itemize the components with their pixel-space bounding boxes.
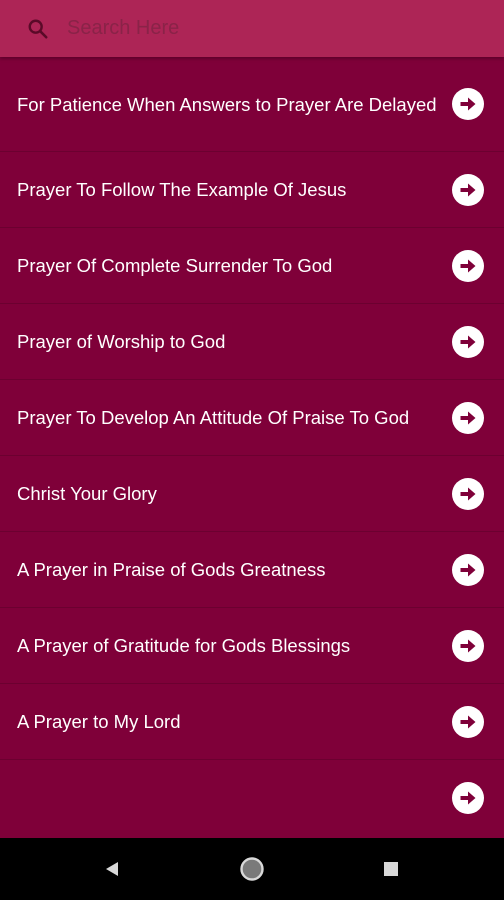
arrow-right-circle-icon[interactable] <box>452 477 484 510</box>
arrow-right-circle-icon[interactable] <box>452 325 484 358</box>
prayer-title: A Prayer in Praise of Gods Greatness <box>17 559 326 580</box>
list-item[interactable]: Christ Your Glory <box>0 456 504 532</box>
prayer-title: Prayer Of Complete Surrender To God <box>17 255 333 276</box>
arrow-right-circle-icon[interactable] <box>452 705 484 738</box>
list-item[interactable] <box>0 760 504 836</box>
list-item[interactable]: Prayer Of Complete Surrender To God <box>0 228 504 304</box>
list-item[interactable]: Prayer To Follow The Example Of Jesus <box>0 152 504 228</box>
nav-back-button[interactable] <box>96 853 128 885</box>
prayer-title: A Prayer of Gratitude for Gods Blessings <box>17 635 351 656</box>
system-navigation-bar <box>0 838 504 900</box>
prayer-title: For Patience When Answers to Prayer Are … <box>17 93 437 115</box>
arrow-right-circle-icon[interactable] <box>452 88 484 120</box>
list-item[interactable]: A Prayer in Praise of Gods Greatness <box>0 532 504 608</box>
arrow-right-circle-icon[interactable] <box>452 629 484 662</box>
nav-recents-button[interactable] <box>375 853 407 885</box>
arrow-right-circle-icon[interactable] <box>452 553 484 586</box>
arrow-right-circle-icon[interactable] <box>452 249 484 282</box>
arrow-right-circle-icon[interactable] <box>452 401 484 434</box>
list-item[interactable]: Prayer of Worship to God <box>0 304 504 380</box>
home-circle-icon <box>240 857 264 881</box>
search-bar <box>0 0 504 57</box>
prayer-title: Prayer of Worship to God <box>17 331 226 352</box>
prayer-list: For Patience When Answers to Prayer Are … <box>0 57 504 838</box>
list-item[interactable]: Prayer To Develop An Attitude Of Praise … <box>0 380 504 456</box>
search-input[interactable] <box>67 8 504 49</box>
prayer-title: Christ Your Glory <box>17 483 157 504</box>
prayer-title: Prayer To Develop An Attitude Of Praise … <box>17 407 410 428</box>
prayer-title: A Prayer to My Lord <box>17 711 181 732</box>
search-icon[interactable] <box>27 18 49 40</box>
list-item[interactable]: For Patience When Answers to Prayer Are … <box>0 57 504 152</box>
list-item[interactable]: A Prayer of Gratitude for Gods Blessings <box>0 608 504 684</box>
back-triangle-icon <box>106 862 118 876</box>
arrow-right-circle-icon[interactable] <box>452 782 484 814</box>
nav-home-button[interactable] <box>236 853 268 885</box>
prayer-title: Prayer To Follow The Example Of Jesus <box>17 179 347 200</box>
list-item[interactable]: A Prayer to My Lord <box>0 684 504 760</box>
arrow-right-circle-icon[interactable] <box>452 173 484 206</box>
recents-square-icon <box>384 862 398 876</box>
